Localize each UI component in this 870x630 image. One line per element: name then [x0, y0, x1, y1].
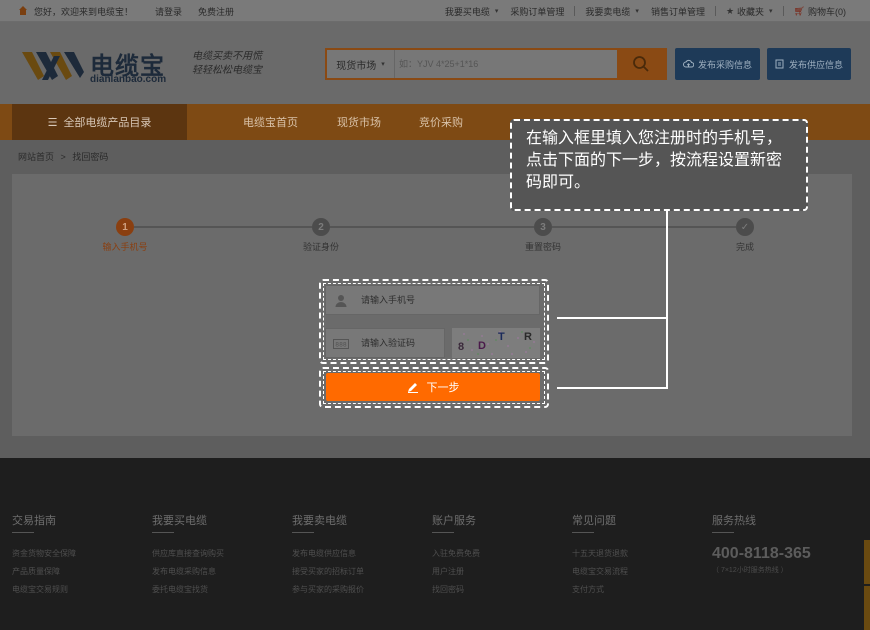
- footer-link[interactable]: 用户注册: [432, 563, 480, 581]
- top-utility-bar: 您好，欢迎来到电缆宝！ 请登录 免费注册 我要买电缆 ▾ 采购订单管理 我要卖电缆…: [0, 0, 870, 22]
- edit-document-icon: [775, 59, 784, 69]
- register-link[interactable]: 免费注册: [198, 5, 234, 18]
- captcha-icon: 888: [333, 339, 349, 349]
- footer-link[interactable]: 十五天退货退款: [572, 545, 628, 563]
- footer-link[interactable]: 支付方式: [572, 581, 628, 599]
- topbar-menu: 我要买电缆 ▾ 采购订单管理 我要卖电缆 ▾ 销售订单管理 ★ 收藏夹 ▾ 🛒︎ 购物车(…: [445, 0, 846, 22]
- captcha-char: D: [478, 340, 486, 352]
- step-1-label: 输入手机号: [102, 242, 148, 252]
- nav-link-home[interactable]: 电缆宝首页: [243, 104, 298, 140]
- footer-link[interactable]: 发布电缆供应信息: [292, 545, 364, 563]
- breadcrumb-current: 找回密码: [72, 152, 109, 162]
- footer-column: 交易指南 资金货物安全保障 产品质量保障 电缆宝交易规则: [12, 512, 76, 599]
- user-icon: [335, 295, 347, 307]
- svg-text:888: 888: [335, 342, 347, 349]
- search-input[interactable]: [399, 54, 599, 74]
- chevron-down-icon: ▾: [635, 8, 639, 15]
- step-connector: [330, 226, 534, 228]
- step-done-marker: ✓: [736, 218, 754, 236]
- step-connector: [552, 226, 736, 228]
- footer-hotline: 服务热线 400-8118-365 （ 7×12小时服务热线 ）: [712, 515, 811, 574]
- callout-line: [557, 387, 667, 389]
- step-2-label: 验证身份: [302, 242, 340, 252]
- check-icon: ✓: [740, 221, 750, 233]
- footer-link[interactable]: 参与买家的采购报价: [292, 581, 364, 599]
- side-float-tab[interactable]: [864, 540, 870, 584]
- hotline-hours: （ 7×12小时服务热线 ）: [712, 567, 788, 574]
- footer-column: 常见问题 十五天退货退款 电缆宝交易流程 支付方式: [572, 512, 628, 599]
- slogan: 电缆买卖不用慌 轻轻松松电缆宝: [192, 51, 262, 76]
- list-icon: ☰: [47, 116, 58, 129]
- home-icon: [18, 6, 28, 16]
- sell-cable-menu[interactable]: 我要卖电缆 ▾: [585, 5, 639, 18]
- site-logo[interactable]: 电缆宝 dianlanbao.com: [22, 46, 182, 86]
- search-market-select[interactable]: 现货市场 ▾: [327, 50, 395, 78]
- search-icon: [633, 56, 649, 72]
- phone-input[interactable]: [361, 286, 521, 314]
- captcha-image[interactable]: 8 D T R: [452, 328, 540, 358]
- code-input[interactable]: [361, 329, 441, 357]
- logo-domain: dianlanbao.com: [90, 74, 167, 85]
- breadcrumb: 网站首页 > 找回密码: [18, 152, 109, 162]
- footer-link[interactable]: 电缆宝交易流程: [572, 563, 628, 581]
- cloud-upload-icon: [683, 59, 694, 68]
- breadcrumb-home[interactable]: 网站首页: [18, 152, 54, 162]
- nav-link-bidding[interactable]: 竞价采购: [419, 104, 463, 140]
- step-2-marker: 2: [312, 218, 330, 236]
- side-float-tab[interactable]: [864, 586, 870, 630]
- hotline-number: 400-8118-365: [712, 545, 811, 562]
- star-icon: ★: [725, 5, 735, 16]
- publish-purchase-button[interactable]: 发布采购信息: [675, 48, 760, 80]
- publish-supply-button[interactable]: 发布供应信息: [767, 48, 851, 80]
- footer-link[interactable]: 电缆宝交易规则: [12, 581, 76, 599]
- callout-line: [557, 317, 667, 319]
- chevron-down-icon: ▾: [494, 8, 499, 15]
- sales-orders-link[interactable]: 销售订单管理: [651, 5, 705, 18]
- search-button[interactable]: [617, 50, 665, 78]
- buy-cable-menu[interactable]: 我要买电缆 ▾: [445, 5, 499, 18]
- step-3-marker: 3: [534, 218, 552, 236]
- captcha-char: T: [498, 331, 505, 343]
- step-3-label: 重置密码: [524, 242, 562, 252]
- footer-link[interactable]: 委托电缆宝找货: [152, 581, 224, 599]
- search-box: 现货市场 ▾: [325, 48, 667, 80]
- footer-link[interactable]: 接受买家的招标订单: [292, 563, 364, 581]
- pencil-icon: [407, 383, 418, 393]
- nav-link-spot-market[interactable]: 现货市场: [337, 104, 381, 140]
- footer-column: 我要买电缆 供应库直接查询购买 发布电缆采购信息 委托电缆宝找货: [152, 512, 224, 599]
- code-field: 888: [325, 328, 445, 358]
- cart-icon: 🛒︎: [793, 5, 805, 16]
- step-connector: [134, 226, 312, 228]
- cart-link[interactable]: 🛒︎ 购物车(0): [794, 5, 846, 18]
- guide-tooltip: 在输入框里填入您注册时的手机号，点击下面的下一步，按流程设置新密码即可。: [510, 119, 808, 211]
- footer-column: 我要卖电缆 发布电缆供应信息 接受买家的招标订单 参与买家的采购报价: [292, 512, 364, 599]
- all-categories-button[interactable]: ☰ 全部电缆产品目录: [12, 104, 187, 140]
- callout-line: [666, 211, 668, 389]
- step-1-marker: 1: [116, 218, 134, 236]
- welcome-text: 您好，欢迎来到电缆宝！: [34, 6, 134, 17]
- footer-link[interactable]: 产品质量保障: [12, 563, 76, 581]
- footer-link[interactable]: 找回密码: [432, 581, 480, 599]
- footer-link[interactable]: 发布电缆采购信息: [152, 563, 224, 581]
- footer-column: 账户服务 入驻免费免费 用户注册 找回密码: [432, 512, 480, 599]
- captcha-char: R: [524, 331, 532, 343]
- welcome-area: 您好，欢迎来到电缆宝！ 请登录 免费注册: [18, 0, 234, 22]
- purchase-orders-link[interactable]: 采购订单管理: [510, 5, 564, 18]
- step-done-label: 完成: [735, 242, 755, 252]
- footer-link[interactable]: 资金货物安全保障: [12, 545, 76, 563]
- favorites-menu[interactable]: ★ 收藏夹 ▾: [726, 5, 773, 18]
- captcha-char: 8: [458, 341, 465, 353]
- chevron-down-icon: ▾: [769, 8, 773, 15]
- chevron-down-icon: ▾: [381, 61, 385, 68]
- logo-mark-icon: [22, 52, 84, 80]
- site-header: 电缆宝 dianlanbao.com 电缆买卖不用慌 轻轻松松电缆宝 现货市场 …: [0, 22, 870, 104]
- phone-field: [325, 285, 540, 315]
- login-link[interactable]: 请登录: [155, 5, 182, 18]
- next-step-button[interactable]: 下一步: [326, 373, 540, 401]
- site-footer: 交易指南 资金货物安全保障 产品质量保障 电缆宝交易规则 我要买电缆 供应库直接…: [0, 458, 870, 630]
- footer-link[interactable]: 入驻免费免费: [432, 545, 480, 563]
- footer-link[interactable]: 供应库直接查询购买: [152, 545, 224, 563]
